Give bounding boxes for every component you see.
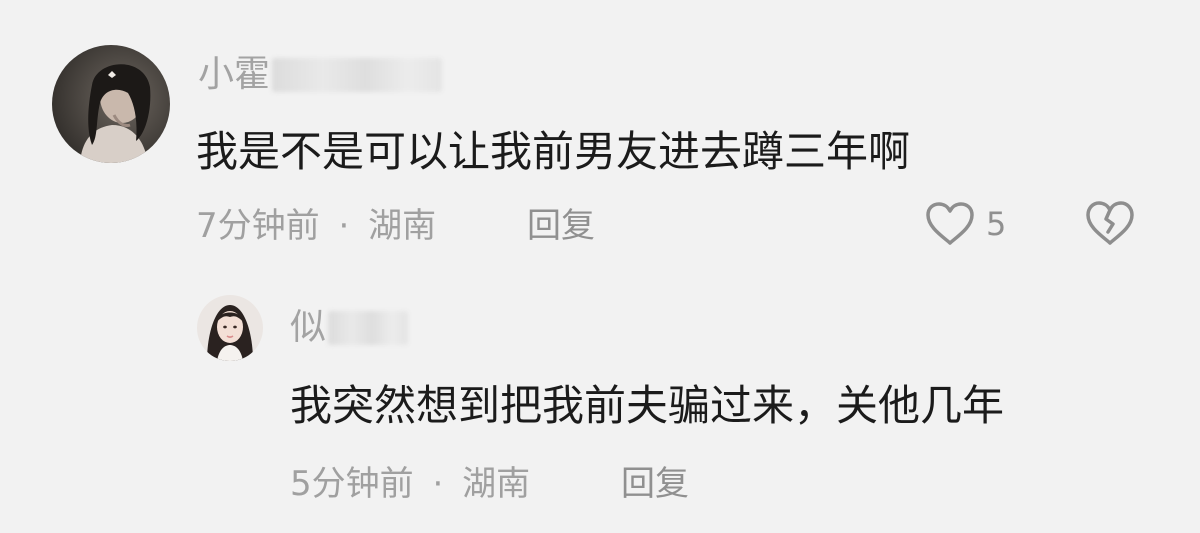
comment-location: 湖南 — [368, 206, 437, 246]
like-count: 5 — [986, 205, 1007, 243]
dislike-button[interactable] — [1084, 199, 1136, 251]
reply-button[interactable]: 回复 — [621, 464, 689, 504]
reply-location: 湖南 — [462, 464, 531, 504]
meta-separator: · — [338, 206, 350, 246]
username-blur — [272, 58, 443, 92]
commenter-username[interactable]: 小霍 — [198, 54, 443, 95]
commenter-avatar[interactable] — [52, 45, 170, 163]
like-button[interactable]: 5 — [924, 198, 1006, 250]
reply-text: 我突然想到把我前夫骗过来，关他几年 — [290, 381, 1005, 430]
username-text: 小霍 — [198, 54, 271, 95]
reply-time: 5分钟前 — [290, 464, 414, 504]
comment-text: 我是不是可以让我前男友进去蹲三年啊 — [196, 127, 911, 176]
username-blur — [328, 311, 409, 345]
username-text: 似 — [290, 307, 327, 348]
replier-avatar[interactable] — [197, 295, 263, 361]
meta-separator: · — [432, 464, 444, 504]
reply-meta: 5分钟前 · 湖南 — [290, 464, 530, 504]
replier-username[interactable]: 似 — [290, 307, 409, 348]
comment-time: 7分钟前 — [196, 206, 320, 246]
reply-button[interactable]: 回复 — [527, 206, 595, 246]
heart-outline-icon — [924, 201, 976, 247]
comment-meta: 7分钟前 · 湖南 — [196, 206, 436, 246]
broken-heart-icon — [1084, 199, 1136, 247]
